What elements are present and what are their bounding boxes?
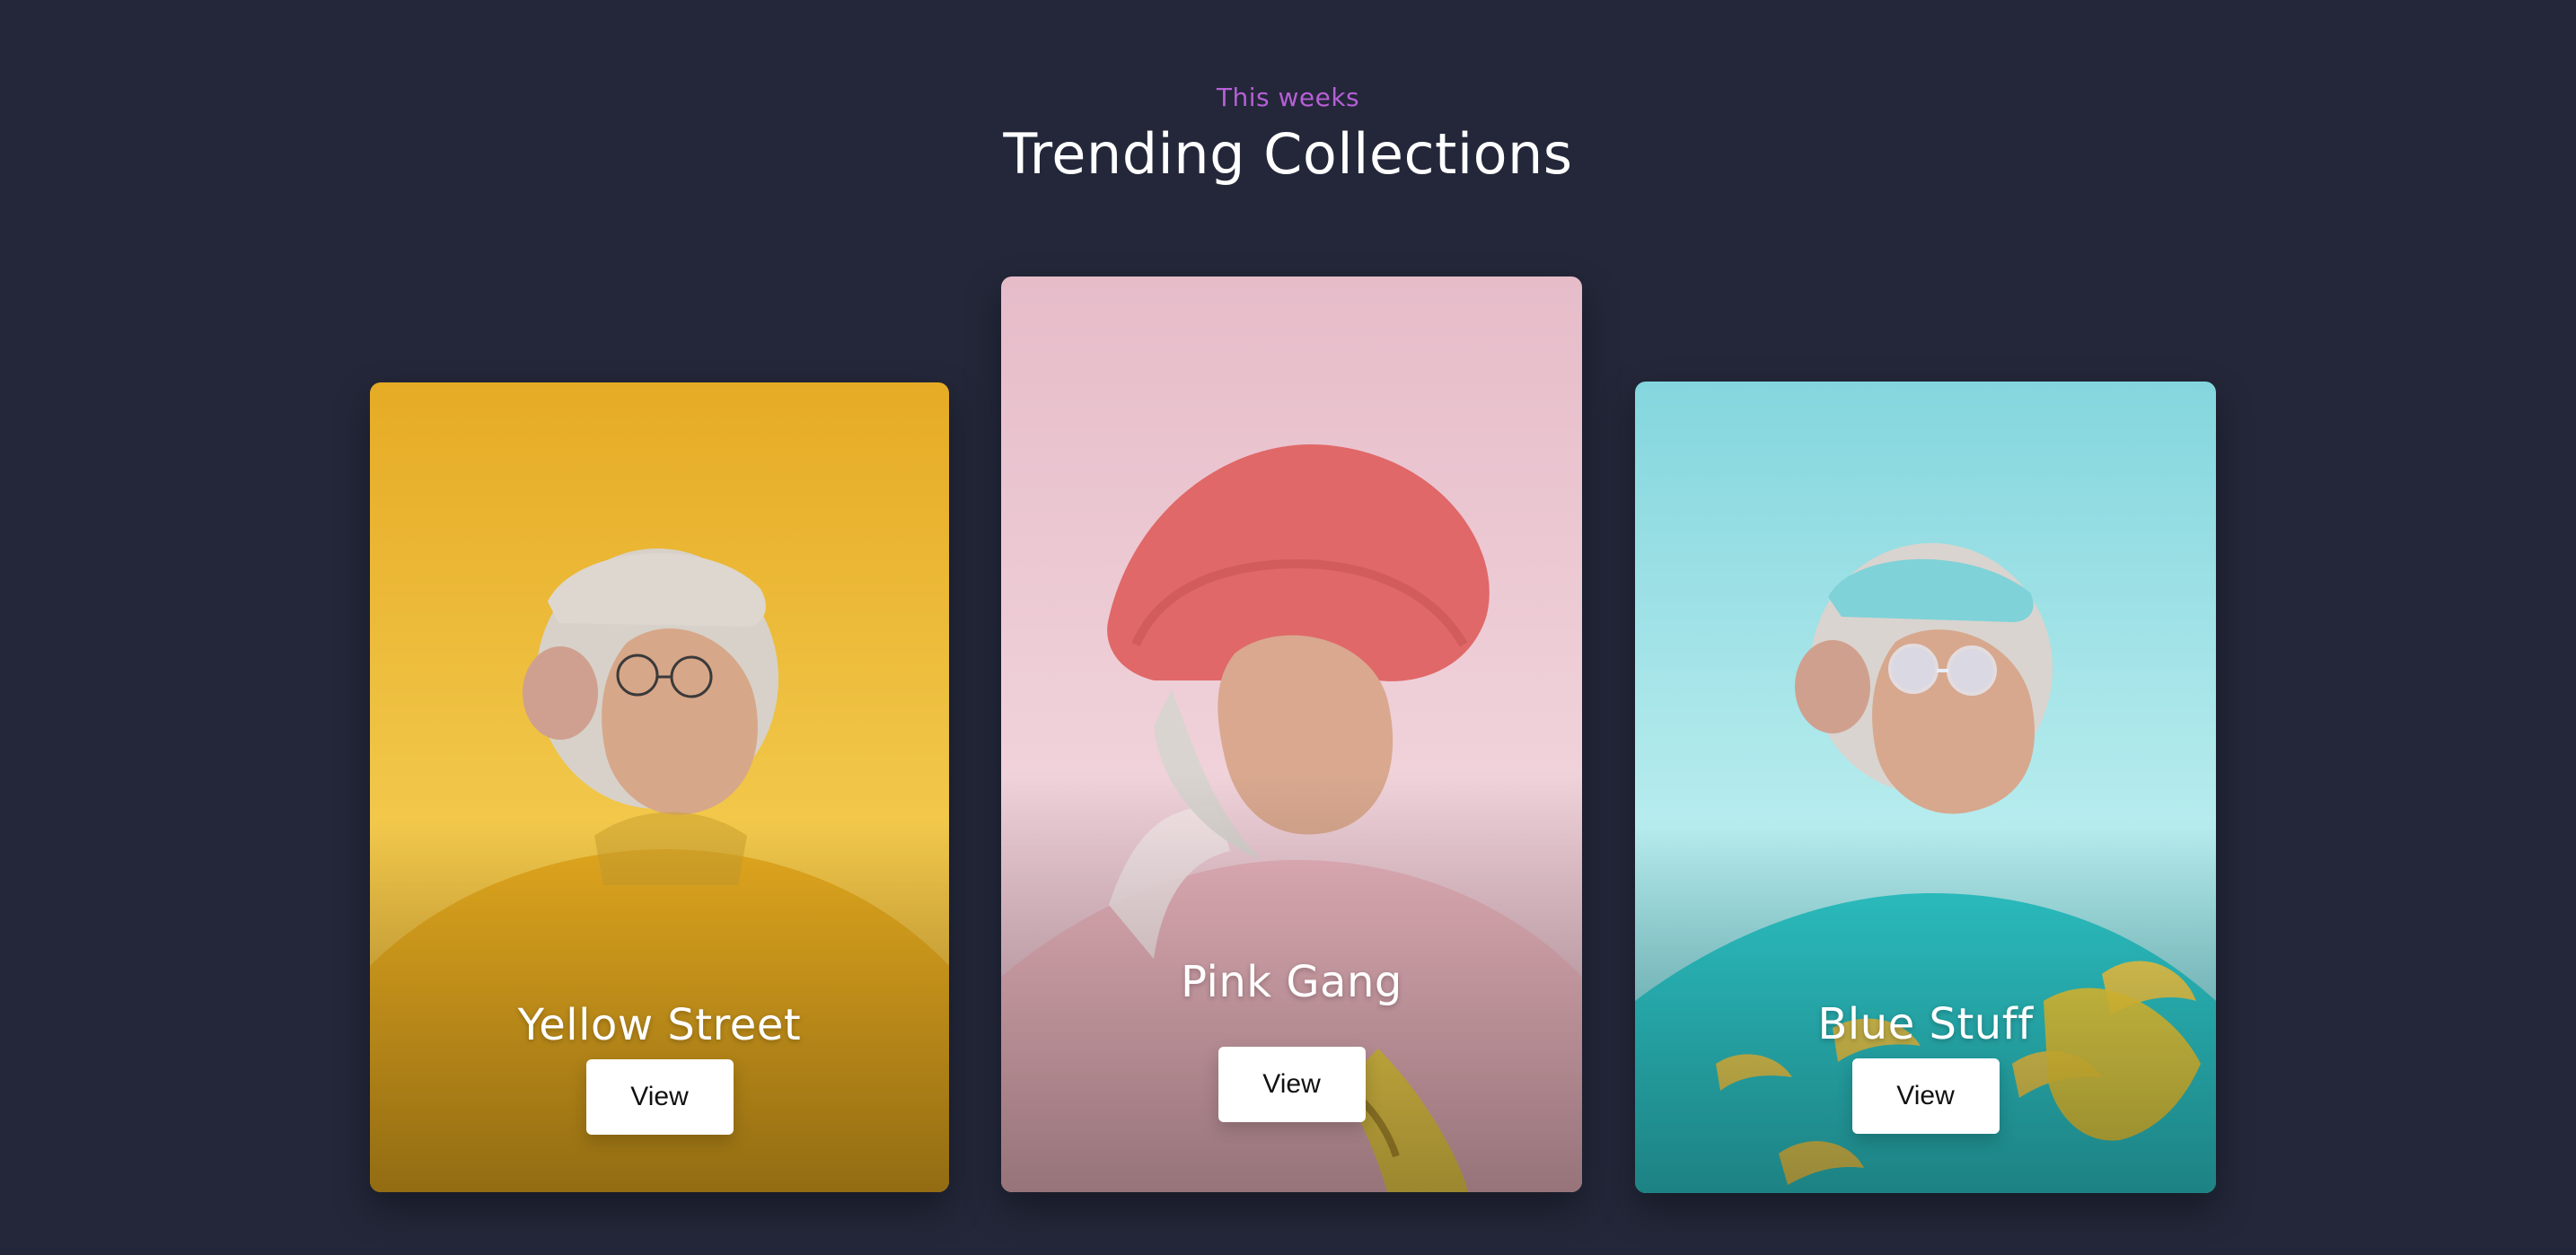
collection-name: Pink Gang — [1181, 957, 1402, 1007]
section-title: Trending Collections — [1003, 121, 1573, 187]
section-header: This weeks Trending Collections — [0, 83, 2576, 187]
view-button[interactable]: View — [585, 1059, 734, 1135]
view-button[interactable]: View — [1218, 1047, 1366, 1122]
collection-card-blue-stuff[interactable]: Blue Stuff View — [1635, 382, 2216, 1193]
collection-card-pink-gang[interactable]: Pink Gang View — [1001, 276, 1582, 1192]
collection-name: Blue Stuff — [1817, 999, 2034, 1049]
view-button[interactable]: View — [1851, 1058, 2000, 1134]
section-eyebrow: This weeks — [1216, 83, 1360, 112]
collection-name: Yellow Street — [517, 1000, 802, 1050]
collection-card-yellow-street[interactable]: Yellow Street View — [370, 382, 949, 1192]
